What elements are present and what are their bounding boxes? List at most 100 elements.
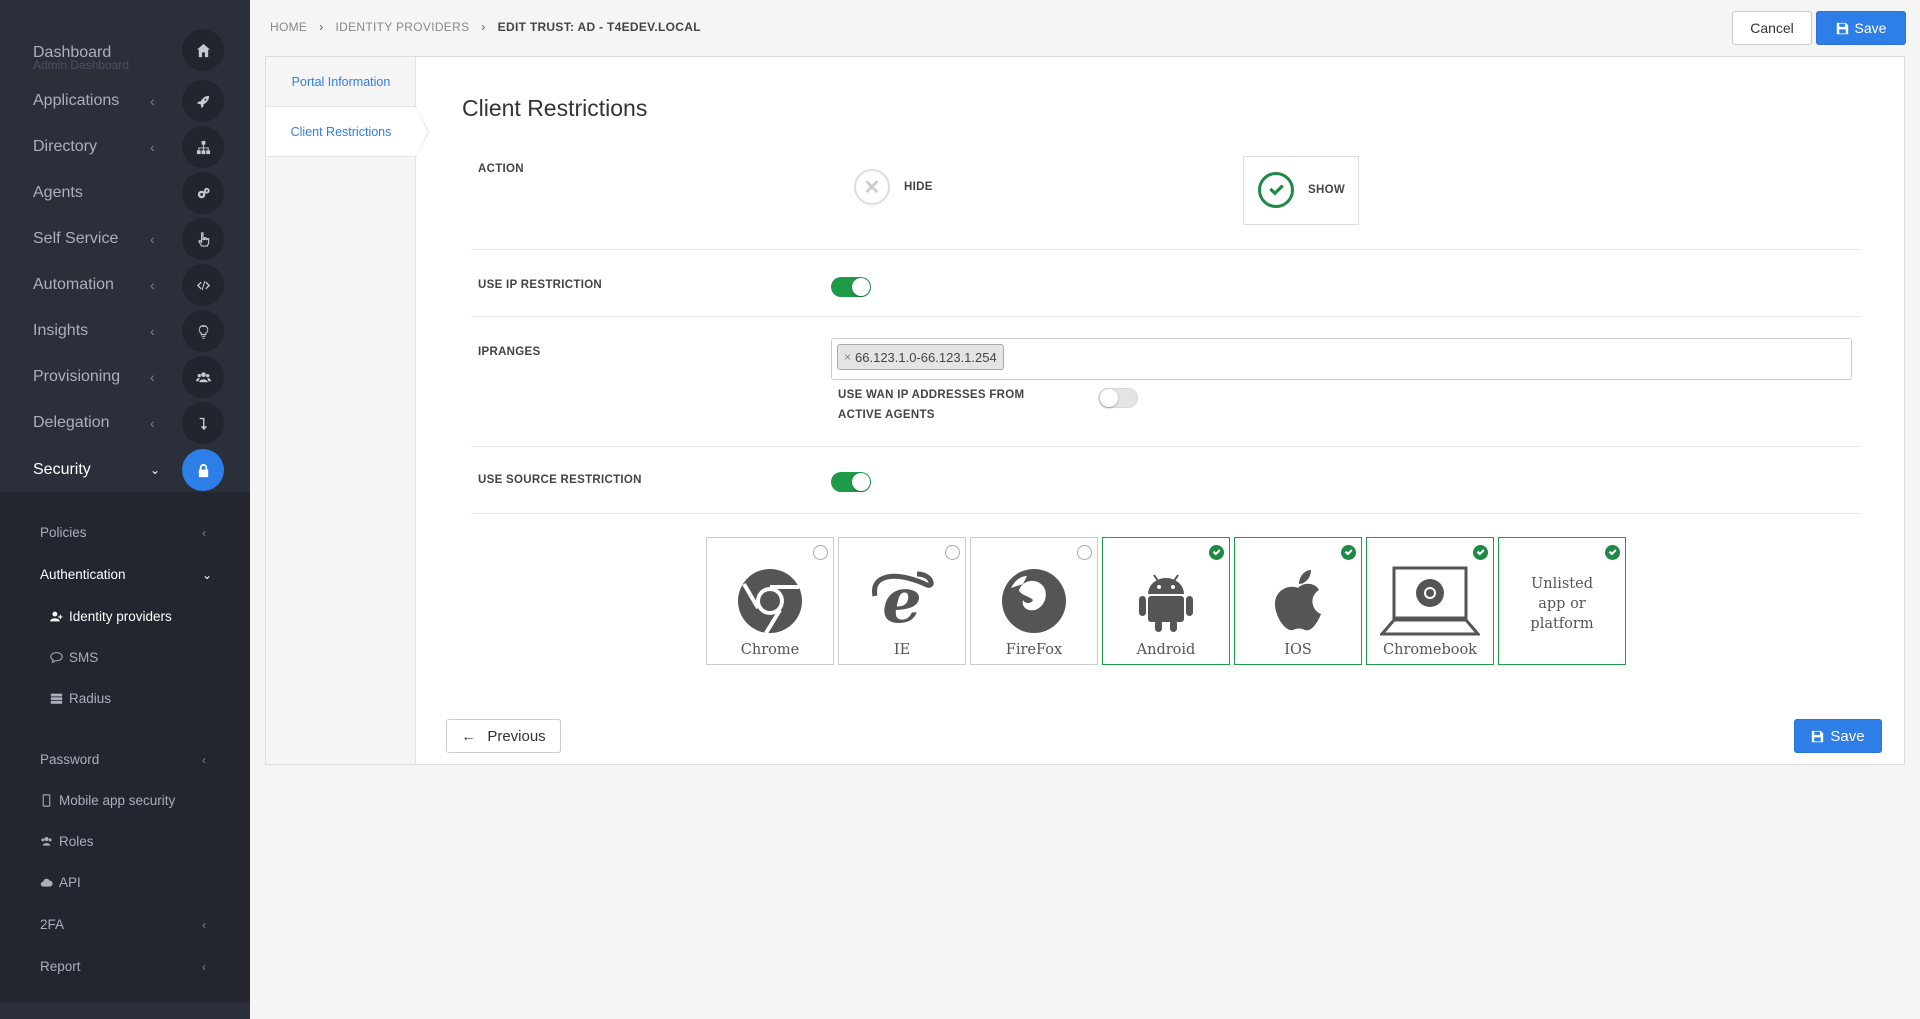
nav-directory[interactable]: Directory ‹	[0, 124, 250, 170]
ipranges-row: IPRANGES × 66.123.1.0-66.123.1.254 USE W…	[471, 318, 1861, 447]
nav-self-service[interactable]: Self Service ‹	[0, 216, 250, 262]
client-checkbox[interactable]	[813, 545, 828, 560]
nav-directory-label: Directory	[33, 138, 98, 155]
client-checkbox[interactable]	[1605, 545, 1620, 560]
client-checkbox[interactable]	[1077, 545, 1092, 560]
client-firefox[interactable]: FireFox	[970, 537, 1098, 665]
tab-portal-information[interactable]: Portal Information	[266, 57, 416, 107]
submenu-mobile-app-security-label: Mobile app security	[59, 793, 176, 808]
client-checkbox[interactable]	[1473, 545, 1488, 560]
client-unlisted-line-3: platform	[1530, 616, 1594, 632]
submenu-radius-label: Radius	[69, 691, 112, 706]
client-checkbox[interactable]	[945, 545, 960, 560]
submenu-roles[interactable]: Roles	[40, 834, 94, 849]
rocket-icon	[182, 80, 224, 122]
ip-range-tag[interactable]: × 66.123.1.0-66.123.1.254	[837, 344, 1004, 370]
submenu-api[interactable]: API	[40, 875, 81, 890]
nav-dashboard[interactable]: Dashboard Admin Dashboard	[0, 27, 250, 73]
submenu-identity-providers[interactable]: Identity providers	[50, 609, 172, 624]
sitemap-icon	[182, 126, 224, 168]
submenu-policies-label: Policies	[40, 525, 87, 540]
submenu-report[interactable]: Report ‹	[40, 959, 206, 974]
breadcrumb-home[interactable]: HOME	[270, 20, 307, 34]
remove-tag-icon[interactable]: ×	[844, 350, 851, 364]
cloud-icon	[40, 878, 53, 887]
check-icon	[1258, 172, 1294, 208]
client-checkbox[interactable]	[1341, 545, 1356, 560]
comment-icon	[50, 652, 63, 664]
server-icon	[50, 693, 63, 704]
nav-applications[interactable]: Applications ‹	[0, 78, 250, 124]
breadcrumb: HOME › IDENTITY PROVIDERS › EDIT TRUST: …	[270, 20, 701, 34]
chevron-left-icon: ‹	[202, 959, 206, 974]
submenu-report-label: Report	[40, 959, 81, 974]
nav-automation[interactable]: Automation ‹	[0, 262, 250, 308]
chevron-left-icon: ‹	[202, 917, 206, 932]
code-icon	[182, 264, 224, 306]
hand-pointer-icon	[182, 218, 224, 260]
chevron-left-icon: ‹	[202, 525, 206, 540]
footer-save-button[interactable]: Save	[1794, 719, 1882, 753]
save-button[interactable]: Save	[1816, 11, 1906, 45]
action-hide-option[interactable]: ✕ HIDE	[854, 169, 933, 205]
ipranges-input[interactable]: × 66.123.1.0-66.123.1.254	[831, 338, 1852, 380]
submenu-policies[interactable]: Policies ‹	[40, 525, 206, 540]
nav-agents[interactable]: Agents	[0, 170, 250, 216]
nav-agents-label: Agents	[33, 184, 83, 201]
submenu-authentication-label: Authentication	[40, 567, 126, 582]
action-show-option[interactable]: SHOW	[1243, 156, 1359, 225]
client-chromebook[interactable]: Chromebook	[1366, 537, 1494, 665]
sidebar-footer	[0, 1002, 250, 1019]
ip-restriction-row: USE IP RESTRICTION	[471, 251, 1861, 317]
ip-restriction-label: USE IP RESTRICTION	[478, 279, 603, 291]
chevron-down-icon: ⌄	[150, 463, 161, 477]
cancel-button-label: Cancel	[1750, 20, 1794, 36]
top-bar: HOME › IDENTITY PROVIDERS › EDIT TRUST: …	[250, 0, 1920, 55]
chevron-left-icon: ‹	[150, 139, 155, 155]
save-icon	[1836, 22, 1848, 34]
submenu-password[interactable]: Password ‹	[40, 752, 206, 767]
save-icon	[1812, 730, 1824, 742]
source-restriction-toggle[interactable]	[831, 472, 871, 492]
nav-delegation[interactable]: Delegation ‹	[0, 400, 250, 446]
cancel-button[interactable]: Cancel	[1732, 11, 1812, 45]
client-unlisted[interactable]: Unlisted app or platform	[1498, 537, 1626, 665]
nav-applications-label: Applications	[33, 92, 120, 109]
tab-portal-information-label: Portal Information	[291, 74, 391, 89]
previous-button[interactable]: ← Previous	[446, 719, 561, 753]
submenu-mobile-app-security[interactable]: Mobile app security	[40, 793, 175, 808]
client-chromebook-label: Chromebook	[1383, 642, 1477, 658]
client-android[interactable]: Android	[1102, 537, 1230, 665]
lightbulb-icon	[182, 310, 224, 352]
submenu-authentication[interactable]: Authentication ⌄	[40, 567, 212, 582]
client-chrome[interactable]: Chrome	[706, 537, 834, 665]
submenu-sms[interactable]: SMS	[50, 650, 98, 665]
nav-provisioning-label: Provisioning	[33, 368, 121, 385]
nav-insights[interactable]: Insights ‹	[0, 308, 250, 354]
user-plus-icon	[50, 611, 63, 622]
nav-dashboard-sub: Admin Dashboard	[33, 58, 130, 72]
chevron-left-icon: ‹	[202, 752, 206, 767]
firefox-icon	[999, 566, 1069, 636]
nav-security[interactable]: Security ⌄	[0, 447, 250, 493]
cogs-icon	[182, 172, 224, 214]
tab-client-restrictions[interactable]: Client Restrictions	[266, 106, 429, 158]
breadcrumb-identity-providers[interactable]: IDENTITY PROVIDERS	[336, 20, 470, 34]
submenu-identity-providers-label: Identity providers	[69, 609, 172, 624]
client-ios[interactable]: IOS	[1234, 537, 1362, 665]
submenu-radius[interactable]: Radius	[50, 691, 111, 706]
submenu-2fa[interactable]: 2FA ‹	[40, 917, 206, 932]
client-checkbox[interactable]	[1209, 545, 1224, 560]
level-down-icon	[182, 402, 224, 444]
client-ie[interactable]: e IE	[838, 537, 966, 665]
chevron-left-icon: ‹	[150, 323, 155, 339]
wan-ip-toggle[interactable]	[1098, 388, 1138, 408]
security-submenu: Policies ‹ Authentication ⌄ Identity pro…	[0, 492, 250, 1002]
ipranges-label: IPRANGES	[478, 346, 541, 358]
mobile-icon	[42, 794, 51, 807]
action-show-label: SHOW	[1308, 184, 1345, 196]
users-icon	[41, 837, 52, 846]
ip-restriction-toggle[interactable]	[831, 277, 871, 297]
nav-provisioning[interactable]: Provisioning ‹	[0, 354, 250, 400]
client-chrome-label: Chrome	[740, 642, 800, 658]
